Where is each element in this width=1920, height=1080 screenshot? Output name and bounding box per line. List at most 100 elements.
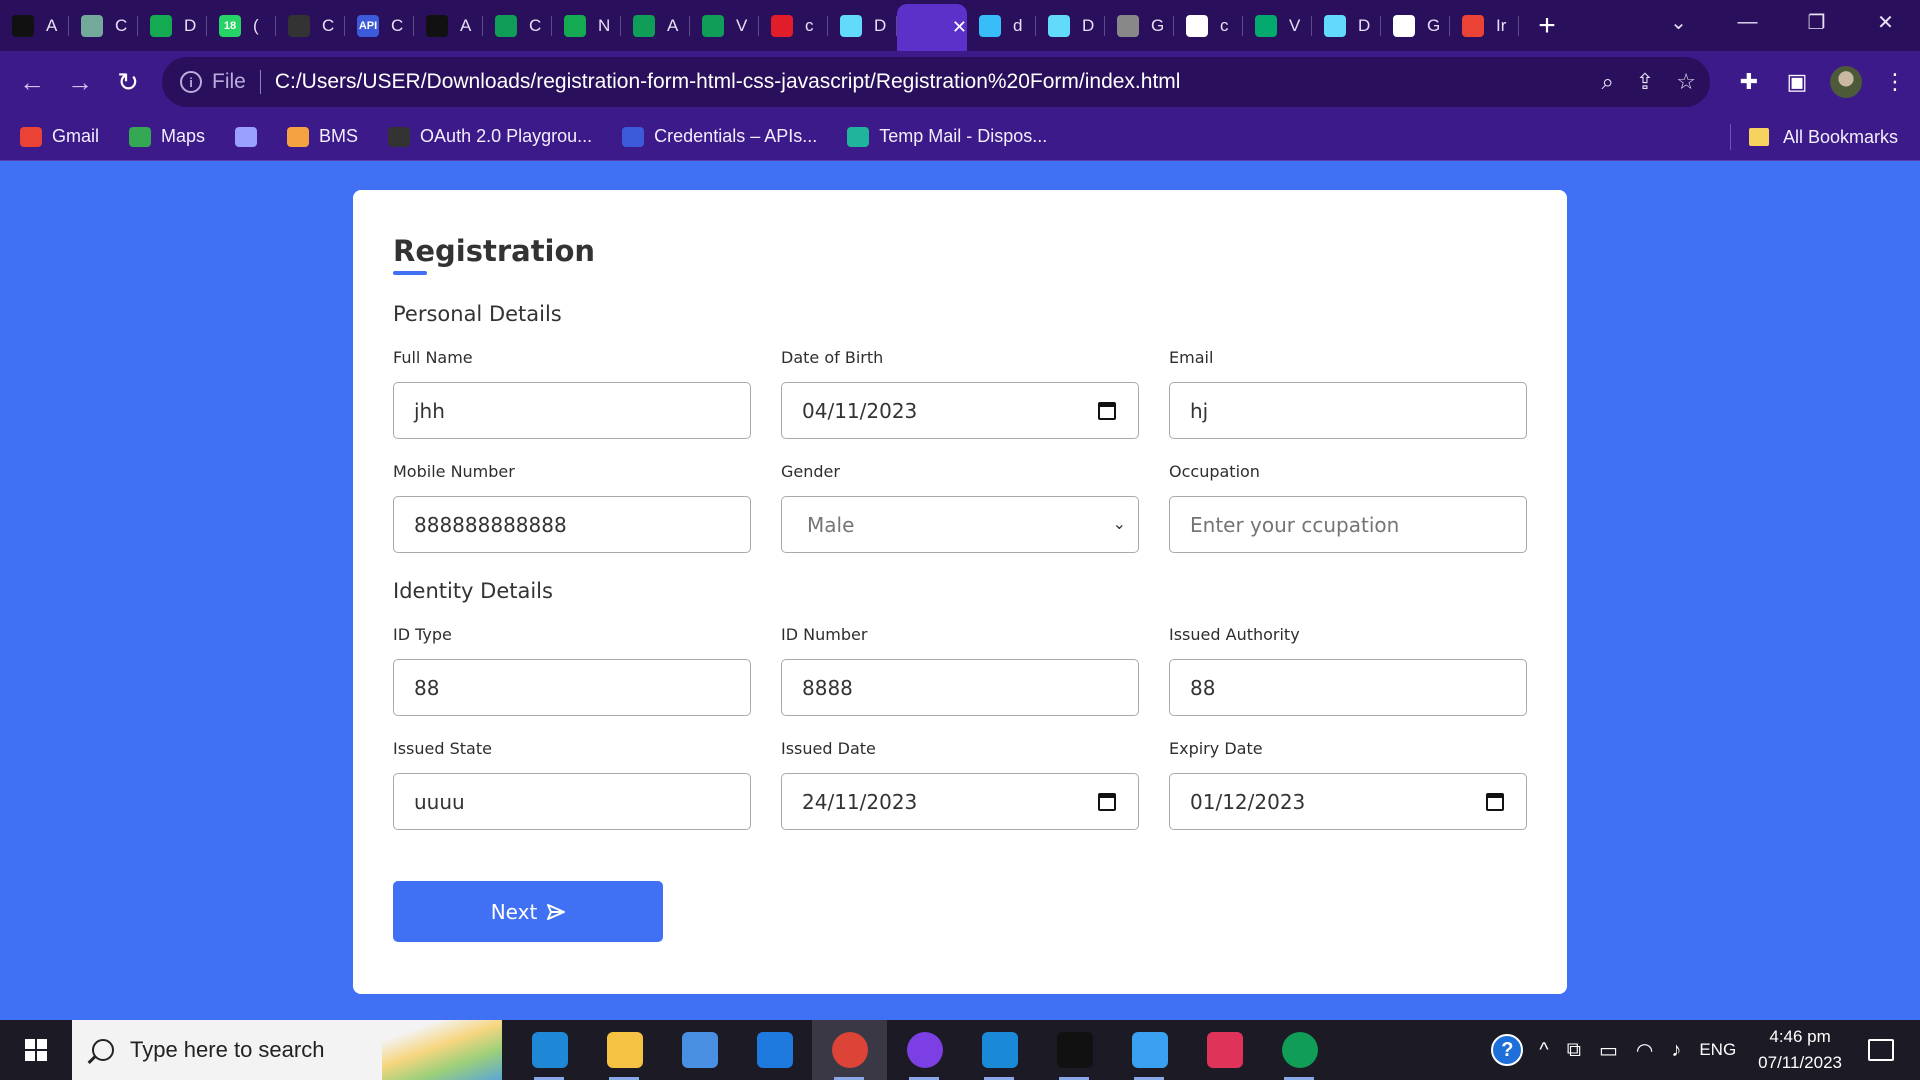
browser-tab[interactable]: D: [1036, 0, 1105, 51]
volume-icon[interactable]: ♪: [1671, 1039, 1681, 1062]
browser-tab[interactable]: D: [1312, 0, 1381, 51]
bookmark-item[interactable]: BMS: [287, 126, 358, 147]
bookmark-item[interactable]: Gmail: [20, 126, 99, 147]
chevron-up-icon[interactable]: ^: [1539, 1039, 1548, 1062]
globe-icon: [235, 126, 258, 147]
meet-now-icon[interactable]: ⧉: [1567, 1039, 1581, 1062]
mobile-input[interactable]: 888888888888: [393, 496, 751, 553]
issued-authority-label: Issued Authority: [1169, 625, 1300, 644]
bookmark-item[interactable]: Temp Mail - Dispos...: [847, 126, 1047, 147]
language-indicator[interactable]: ENG: [1699, 1040, 1736, 1060]
start-button[interactable]: [0, 1020, 72, 1080]
browser-tab[interactable]: D: [138, 0, 207, 51]
taskbar-app[interactable]: [662, 1020, 737, 1080]
gender-select[interactable]: Male ⌄: [781, 496, 1139, 553]
browser-tab[interactable]: R✕: [897, 4, 967, 51]
taskbar-app[interactable]: [1187, 1020, 1262, 1080]
wifi-icon[interactable]: ◠: [1636, 1038, 1653, 1063]
calendar-icon[interactable]: [1098, 793, 1116, 811]
send-arrow-icon: [547, 903, 566, 920]
taskbar-app[interactable]: [962, 1020, 1037, 1080]
temp-mail-icon: [847, 126, 870, 147]
minimize-button[interactable]: —: [1713, 0, 1782, 44]
forward-button[interactable]: →: [56, 58, 104, 106]
tab-search-chevron-icon[interactable]: ⌄: [1644, 0, 1713, 44]
calendar-icon[interactable]: [1098, 402, 1116, 420]
next-button[interactable]: Next: [393, 881, 663, 942]
issued-state-input[interactable]: uuuu: [393, 773, 751, 830]
browser-tab[interactable]: c: [759, 0, 828, 51]
bookmark-item[interactable]: [235, 126, 258, 147]
taskbar-app[interactable]: [587, 1020, 662, 1080]
reload-button[interactable]: ↻: [104, 58, 152, 106]
profile-avatar[interactable]: [1830, 66, 1862, 98]
close-window-button[interactable]: ✕: [1851, 0, 1920, 44]
browser-tab[interactable]: D: [828, 0, 897, 51]
browser-tab[interactable]: A: [0, 0, 69, 51]
browser-tab[interactable]: V: [690, 0, 759, 51]
search-icon: [92, 1039, 114, 1061]
browser-tab[interactable]: A: [414, 0, 483, 51]
new-tab-button[interactable]: +: [1519, 0, 1575, 51]
share-icon[interactable]: ⇪: [1636, 69, 1654, 95]
url-text[interactable]: C:/Users/USER/Downloads/registration-for…: [275, 70, 1181, 94]
bookmark-item[interactable]: Maps: [129, 126, 205, 147]
github-icon: [426, 14, 448, 37]
bookmark-item[interactable]: Credentials – APIs...: [622, 126, 817, 147]
info-icon[interactable]: i: [180, 71, 202, 93]
browser-tab[interactable]: C: [483, 0, 552, 51]
menu-kebab-icon[interactable]: ⋮: [1880, 69, 1910, 95]
calendar-icon[interactable]: [1486, 793, 1504, 811]
browser-tab[interactable]: C: [69, 0, 138, 51]
bookmark-item[interactable]: OAuth 2.0 Playgrou...: [388, 126, 592, 147]
id-type-input[interactable]: 88: [393, 659, 751, 716]
browser-tab[interactable]: N: [552, 0, 621, 51]
zoom-icon[interactable]: ⌕: [1602, 69, 1614, 95]
clock[interactable]: 4:46 pm 07/11/2023: [1758, 1024, 1842, 1076]
restore-button[interactable]: ❐: [1782, 0, 1851, 44]
browser-tab[interactable]: API C: [345, 0, 414, 51]
taskbar-app[interactable]: [887, 1020, 962, 1080]
address-bar[interactable]: i File C:/Users/USER/Downloads/registrat…: [162, 57, 1710, 107]
taskbar-app[interactable]: [737, 1020, 812, 1080]
full-name-input[interactable]: jhh: [393, 382, 751, 439]
back-button[interactable]: ←: [8, 58, 56, 106]
battery-icon[interactable]: ▭: [1599, 1038, 1618, 1063]
email-input[interactable]: hj: [1169, 382, 1527, 439]
help-icon[interactable]: ?: [1491, 1034, 1524, 1066]
id-number-input[interactable]: 8888: [781, 659, 1139, 716]
browser-tab[interactable]: Ir: [1450, 0, 1519, 51]
browser-tab[interactable]: V: [1243, 0, 1312, 51]
bookmark-star-icon[interactable]: ☆: [1676, 69, 1696, 95]
issued-date-input[interactable]: 24/11/2023: [781, 773, 1139, 830]
personal-details-heading: Personal Details: [393, 302, 562, 326]
taskbar-app[interactable]: [1037, 1020, 1112, 1080]
api-icon: API: [357, 14, 379, 37]
browser-tab[interactable]: G: [1381, 0, 1450, 51]
all-bookmarks[interactable]: All Bookmarks: [1729, 113, 1898, 161]
taskbar-app[interactable]: [1262, 1020, 1337, 1080]
close-tab-icon[interactable]: ✕: [952, 17, 967, 38]
taskbar-app[interactable]: [812, 1020, 887, 1080]
dob-input[interactable]: 04/11/2023: [781, 382, 1139, 439]
expiry-date-input[interactable]: 01/12/2023: [1169, 773, 1527, 830]
email-field: Email hj: [1169, 348, 1527, 439]
occupation-input[interactable]: Enter your ccupation: [1169, 496, 1527, 553]
notifications-icon[interactable]: [1868, 1039, 1894, 1061]
browser-tab[interactable]: 18 (: [207, 0, 276, 51]
tab-title: G: [1427, 15, 1441, 35]
browser-tab[interactable]: G: [1105, 0, 1174, 51]
browser-tab[interactable]: c: [1174, 0, 1243, 51]
taskbar-app[interactable]: [512, 1020, 587, 1080]
browser-tab[interactable]: C: [276, 0, 345, 51]
side-panel-icon[interactable]: ▣: [1782, 69, 1812, 95]
taskbar-apps: [512, 1020, 1337, 1080]
taskbar-search[interactable]: Type here to search: [72, 1020, 502, 1080]
tab-title: A: [667, 15, 679, 35]
mongodb-icon: [150, 14, 172, 37]
browser-tab[interactable]: d: [967, 0, 1036, 51]
extensions-icon[interactable]: ✚: [1734, 69, 1764, 95]
taskbar-app[interactable]: [1112, 1020, 1187, 1080]
issued-authority-input[interactable]: 88: [1169, 659, 1527, 716]
browser-tab[interactable]: A: [621, 0, 690, 51]
